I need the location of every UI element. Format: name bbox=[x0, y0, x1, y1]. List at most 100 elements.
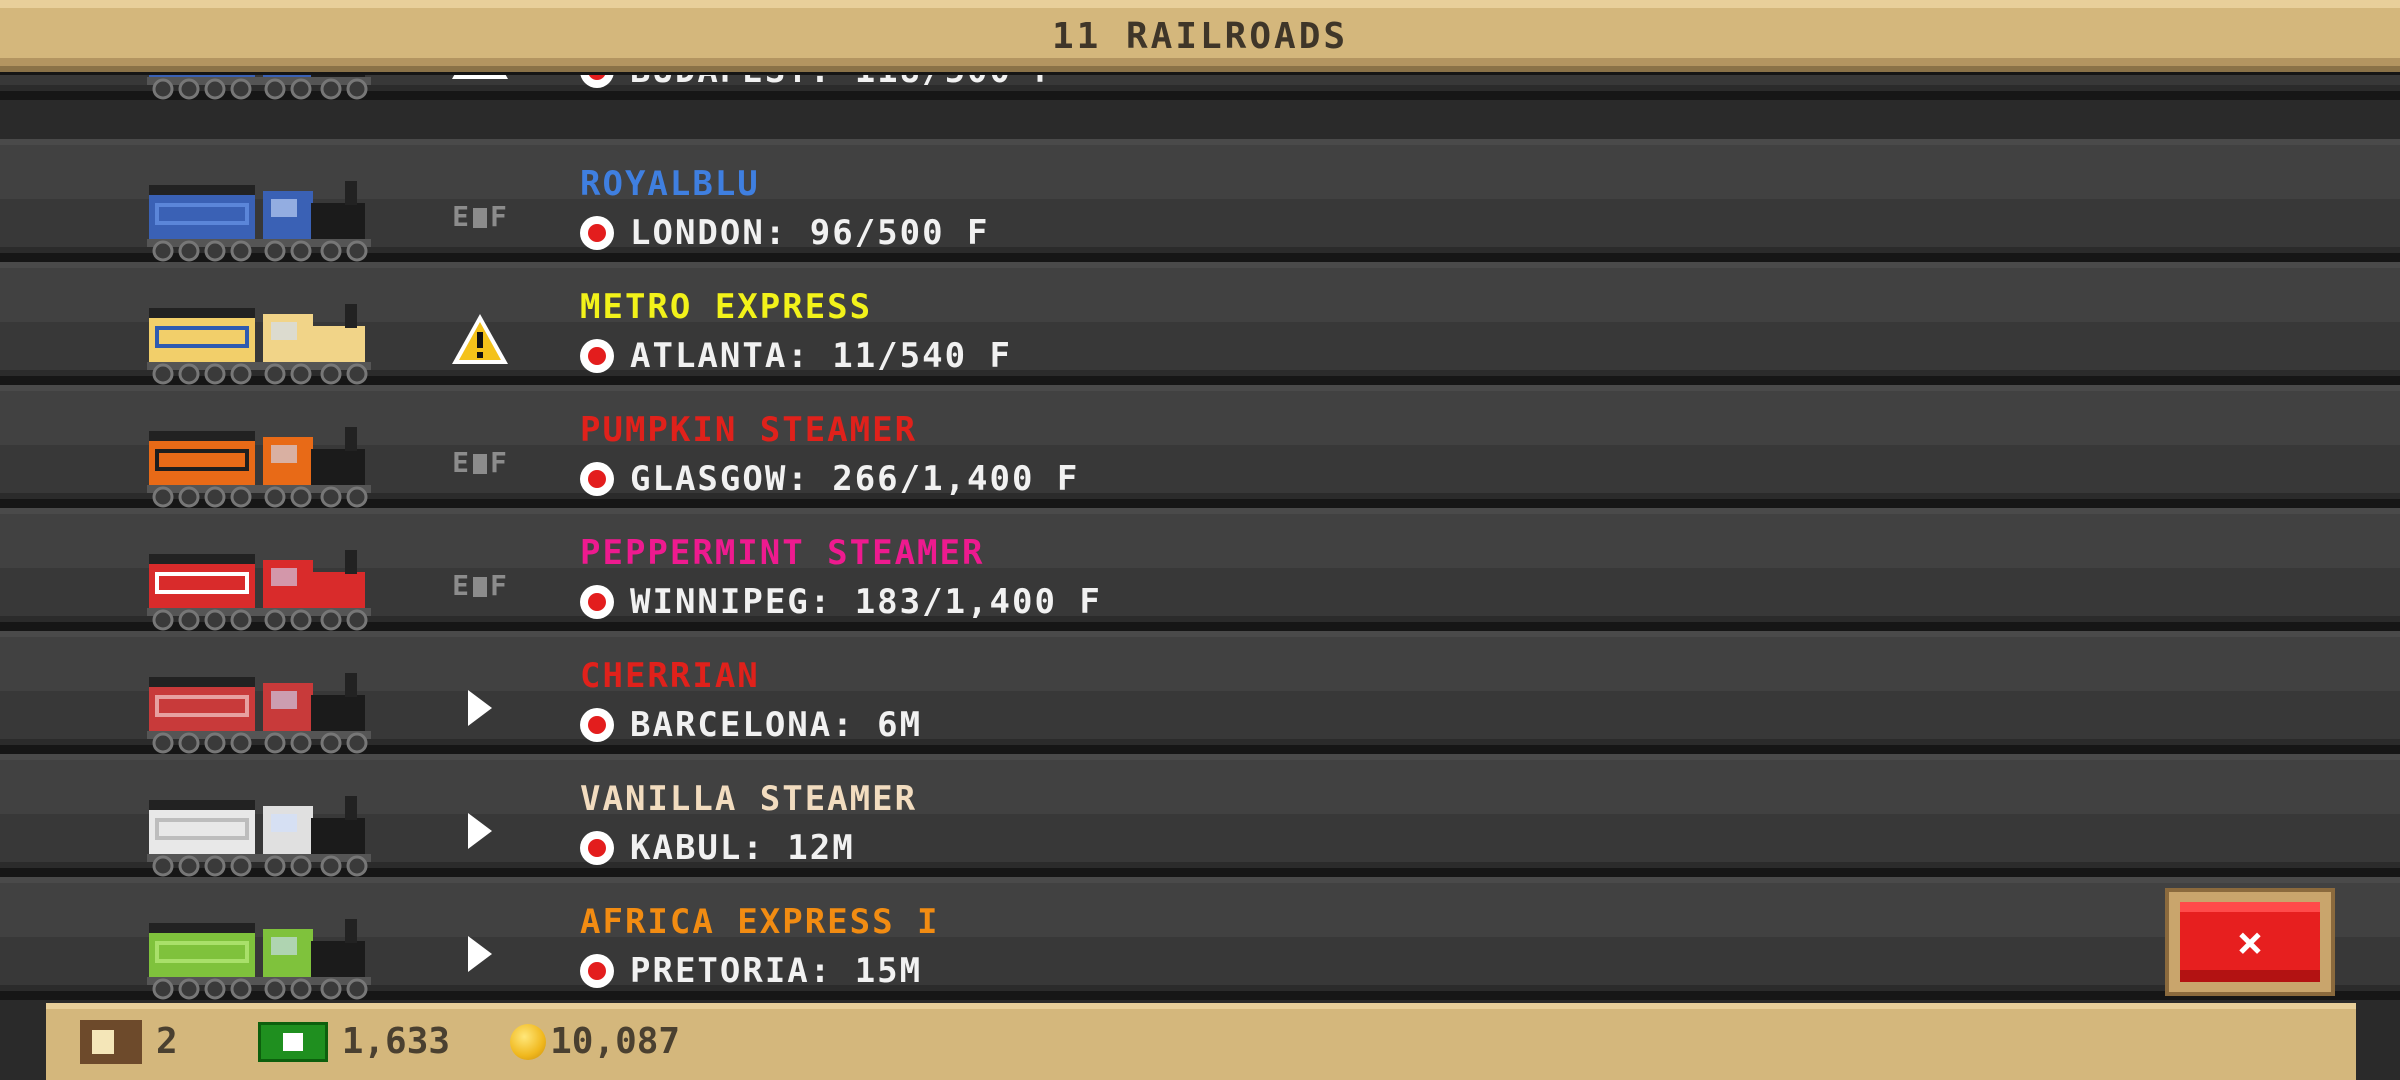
empty-full-icon: EF bbox=[452, 199, 508, 233]
wheel bbox=[320, 78, 342, 100]
train-image bbox=[145, 913, 375, 1000]
wheel bbox=[346, 486, 368, 508]
wheel bbox=[264, 240, 286, 262]
page-title: 11 RAILROADS bbox=[1051, 15, 1349, 57]
railroad-list[interactable]: BUDAPEST: 118/500 FEFROYALBLULONDON: 96/… bbox=[0, 0, 2400, 1000]
train-row[interactable]: CHERRIAN BARCELONA: 6M bbox=[0, 631, 2400, 754]
wheel bbox=[152, 363, 174, 385]
station-info: GLASGOW: 266/1,400 F bbox=[580, 457, 1079, 501]
location-pin-icon bbox=[580, 954, 614, 988]
wheel bbox=[264, 363, 286, 385]
cash-amount: 1,633 bbox=[341, 1021, 451, 1062]
cash-icon bbox=[257, 1021, 328, 1062]
wheel bbox=[178, 732, 200, 754]
ticket-icon bbox=[80, 1019, 142, 1064]
wheel bbox=[152, 855, 174, 877]
wheel bbox=[230, 363, 252, 385]
train-row[interactable]: E F PEPPERMINT STEAMER WINNIPEG: 183/1,400 … bbox=[0, 508, 2400, 631]
wheel bbox=[178, 240, 200, 262]
station-text: PRETORIA: 15M bbox=[630, 951, 923, 991]
play-icon[interactable] bbox=[440, 671, 520, 745]
wheel bbox=[152, 978, 174, 1000]
train-sprite bbox=[147, 181, 371, 262]
train-image bbox=[145, 544, 375, 632]
wheel bbox=[290, 855, 312, 877]
wheel bbox=[290, 240, 312, 262]
train-row[interactable]: AFRICA EXPRESS I PRETORIA: 15M bbox=[0, 877, 2400, 1000]
train-row[interactable]: E F PUMPKIN STEAMER GLASGOW: 266/1,400 F bbox=[0, 385, 2400, 508]
wheel bbox=[320, 855, 342, 877]
wheel bbox=[264, 486, 286, 508]
close-icon: × bbox=[2180, 902, 2320, 982]
wheel bbox=[346, 978, 368, 1000]
train-image bbox=[145, 175, 375, 263]
wheel bbox=[264, 855, 286, 877]
location-pin-icon bbox=[580, 462, 614, 496]
station-text: WINNIPEG: 183/1,400 F bbox=[630, 582, 1102, 622]
train-name: METRO EXPRESS bbox=[580, 287, 873, 327]
wheel bbox=[178, 78, 200, 100]
location-pin-icon bbox=[580, 708, 614, 742]
wheel bbox=[290, 78, 312, 100]
wheel bbox=[290, 363, 312, 385]
wheel bbox=[178, 609, 200, 631]
wheel bbox=[290, 732, 312, 754]
wheel bbox=[264, 732, 286, 754]
station-text: ATLANTA: 11/540 F bbox=[630, 336, 1012, 376]
location-pin-icon bbox=[580, 585, 614, 619]
tickets-stat: 2 bbox=[80, 1019, 178, 1064]
wheel bbox=[178, 486, 200, 508]
train-row[interactable]: VANILLA STEAMER KABUL: 12M bbox=[0, 754, 2400, 877]
wheel bbox=[264, 609, 286, 631]
wheel bbox=[204, 363, 226, 385]
train-row[interactable]: METRO EXPRESS ATLANTA: 11/540 F bbox=[0, 262, 2400, 385]
wheel bbox=[230, 609, 252, 631]
wheel bbox=[152, 609, 174, 631]
train-sprite bbox=[147, 796, 371, 877]
wheel bbox=[264, 78, 286, 100]
station-text: BARCELONA: 6M bbox=[630, 705, 923, 745]
wheel bbox=[320, 486, 342, 508]
train-sprite bbox=[147, 673, 371, 754]
wheel bbox=[290, 978, 312, 1000]
wheel bbox=[264, 978, 286, 1000]
train-sprite bbox=[147, 427, 371, 508]
wheel bbox=[320, 732, 342, 754]
train-image bbox=[145, 790, 375, 878]
station-info: LONDON: 96/500 F bbox=[580, 211, 990, 255]
play-icon[interactable] bbox=[440, 794, 520, 868]
train-row[interactable]: E F ROYALBLU LONDON: 96/500 F bbox=[0, 139, 2400, 262]
train-name: ROYALBLU bbox=[580, 164, 760, 204]
wheel bbox=[346, 78, 368, 100]
station-info: PRETORIA: 15M bbox=[580, 949, 922, 993]
station-info: WINNIPEG: 183/1,400 F bbox=[580, 580, 1102, 624]
wheel bbox=[178, 363, 200, 385]
location-pin-icon bbox=[580, 831, 614, 865]
train-image bbox=[145, 421, 375, 509]
wheel bbox=[204, 486, 226, 508]
wheel bbox=[204, 732, 226, 754]
play-icon[interactable] bbox=[440, 917, 520, 991]
wheel bbox=[178, 978, 200, 1000]
close-button[interactable]: × bbox=[2165, 888, 2335, 996]
wheel bbox=[320, 240, 342, 262]
wheel bbox=[152, 78, 174, 100]
train-name: VANILLA STEAMER bbox=[580, 779, 918, 819]
wheel bbox=[230, 240, 252, 262]
coins-stat: 10,087 bbox=[510, 1021, 680, 1062]
wheel bbox=[320, 978, 342, 1000]
title-bar: 11 RAILROADS bbox=[0, 0, 2400, 72]
train-name: PEPPERMINT STEAMER bbox=[580, 533, 985, 573]
location-pin-icon bbox=[580, 216, 614, 250]
wheel bbox=[204, 609, 226, 631]
wheel bbox=[320, 363, 342, 385]
train-image bbox=[145, 667, 375, 755]
coin-icon bbox=[510, 1023, 547, 1060]
wheel bbox=[204, 978, 226, 1000]
train-sprite bbox=[147, 919, 371, 1000]
wheel bbox=[230, 78, 252, 100]
wheel bbox=[290, 486, 312, 508]
train-image bbox=[145, 298, 375, 386]
wheel bbox=[230, 855, 252, 877]
cash-stat: 1,633 bbox=[257, 1021, 451, 1062]
